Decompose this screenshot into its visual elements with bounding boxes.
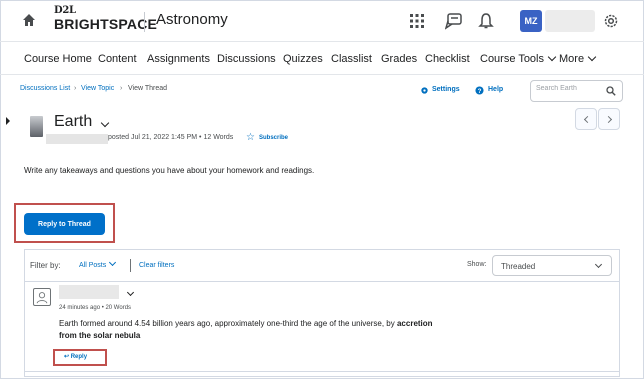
chevron-right-icon xyxy=(604,115,612,123)
reply-button[interactable]: ↩ Reply xyxy=(64,353,87,360)
breadcrumb-view-thread: View Thread xyxy=(128,85,168,92)
svg-text:?: ? xyxy=(478,88,482,95)
home-icon[interactable] xyxy=(22,13,36,27)
post-body-text: Earth formed around 4.54 billion years a… xyxy=(59,319,397,328)
settings-link[interactable]: Settings xyxy=(432,86,460,93)
reply-arrow-icon: ↩ xyxy=(64,354,70,360)
user-avatar[interactable]: MZ xyxy=(520,10,542,32)
subscribe-link[interactable]: Subscribe xyxy=(259,135,288,141)
nav-classlist[interactable]: Classlist xyxy=(331,53,372,65)
previous-thread-button[interactable] xyxy=(575,108,597,130)
filter-label: Filter by: xyxy=(30,261,61,270)
nav-grades[interactable]: Grades xyxy=(381,53,417,65)
show-view-select[interactable]: Threaded xyxy=(492,255,612,276)
user-placeholder-icon xyxy=(33,288,51,306)
breadcrumb-view-topic[interactable]: View Topic xyxy=(81,85,114,92)
filter-divider xyxy=(130,259,131,272)
clear-filters-link[interactable]: Clear filters xyxy=(139,262,174,269)
post-meta: 24 minutes ago • 20 Words xyxy=(59,305,132,311)
reply-to-thread-button[interactable]: Reply to Thread xyxy=(24,213,105,235)
course-nav-bar: Course Home Content Assignments Discussi… xyxy=(0,42,644,75)
nav-more[interactable]: More xyxy=(559,52,597,65)
settings-gear-icon[interactable] xyxy=(602,12,620,30)
breadcrumb-discussions-list[interactable]: Discussions List xyxy=(20,85,70,92)
logo-divider xyxy=(144,12,145,32)
nav-checklist[interactable]: Checklist xyxy=(425,53,470,65)
nav-course-home[interactable]: Course Home xyxy=(24,53,92,65)
star-icon[interactable]: ☆ xyxy=(246,133,255,143)
settings-gear-icon[interactable] xyxy=(420,86,429,95)
top-bar: D2L BRIGHTSPACE Astronomy MZ xyxy=(0,0,644,42)
help-icon[interactable]: ? xyxy=(475,86,484,95)
message-alert-icon[interactable] xyxy=(445,12,463,30)
nav-discussions[interactable]: Discussions xyxy=(217,53,276,65)
search-input[interactable] xyxy=(536,85,606,92)
next-thread-button[interactable] xyxy=(598,108,620,130)
thread-author-avatar xyxy=(30,116,43,137)
nav-more-label: More xyxy=(559,53,585,65)
thread-meta: posted Jul 21, 2022 1:45 PM • 12 Words xyxy=(108,134,234,141)
chevron-left-icon xyxy=(583,115,591,123)
filter-value: All Posts xyxy=(79,262,107,269)
brightspace-logo[interactable]: D2L BRIGHTSPACE xyxy=(54,5,157,32)
show-label: Show: xyxy=(467,261,487,268)
thread-description: Write any takeaways and questions you ha… xyxy=(24,166,315,175)
notification-bell-icon[interactable] xyxy=(477,12,495,30)
search-icon[interactable] xyxy=(606,86,616,96)
show-view-value: Threaded xyxy=(501,262,536,271)
filter-bar: Filter by: All Posts Clear filters Show:… xyxy=(25,250,619,282)
filter-dropdown[interactable]: All Posts xyxy=(79,258,117,269)
post-actions-chevron-icon[interactable] xyxy=(126,288,135,297)
nav-quizzes[interactable]: Quizzes xyxy=(283,53,323,65)
search-box[interactable] xyxy=(530,80,623,102)
chevron-down-icon xyxy=(109,258,117,267)
post-author-redacted xyxy=(59,285,119,299)
nav-assignments[interactable]: Assignments xyxy=(147,53,210,65)
chevron-down-icon xyxy=(547,52,557,62)
post-body: Earth formed around 4.54 billion years a… xyxy=(59,318,439,342)
chevron-down-icon xyxy=(594,260,603,269)
logo-d2l-text: D2L xyxy=(54,5,76,16)
help-link[interactable]: Help xyxy=(488,86,503,93)
logo-brightspace-text: BRIGHTSPACE xyxy=(54,16,158,32)
reply-label: Reply xyxy=(70,354,88,360)
nav-course-tools-label: Course Tools xyxy=(480,53,544,65)
user-name-redacted[interactable] xyxy=(545,10,595,32)
breadcrumb-separator-icon: › xyxy=(74,85,77,92)
posts-panel: Filter by: All Posts Clear filters Show:… xyxy=(24,249,620,377)
thread-title: Earth xyxy=(54,113,93,130)
side-panel-toggle-icon[interactable] xyxy=(5,114,11,128)
apps-grid-icon[interactable] xyxy=(408,12,426,30)
nav-course-tools[interactable]: Course Tools xyxy=(480,52,557,65)
chevron-down-icon xyxy=(587,52,597,62)
post-divider xyxy=(25,371,619,372)
breadcrumb-separator-icon: › xyxy=(120,85,123,92)
course-title[interactable]: Astronomy xyxy=(156,11,228,28)
thread-author-redacted xyxy=(46,134,108,144)
nav-content[interactable]: Content xyxy=(98,53,137,65)
